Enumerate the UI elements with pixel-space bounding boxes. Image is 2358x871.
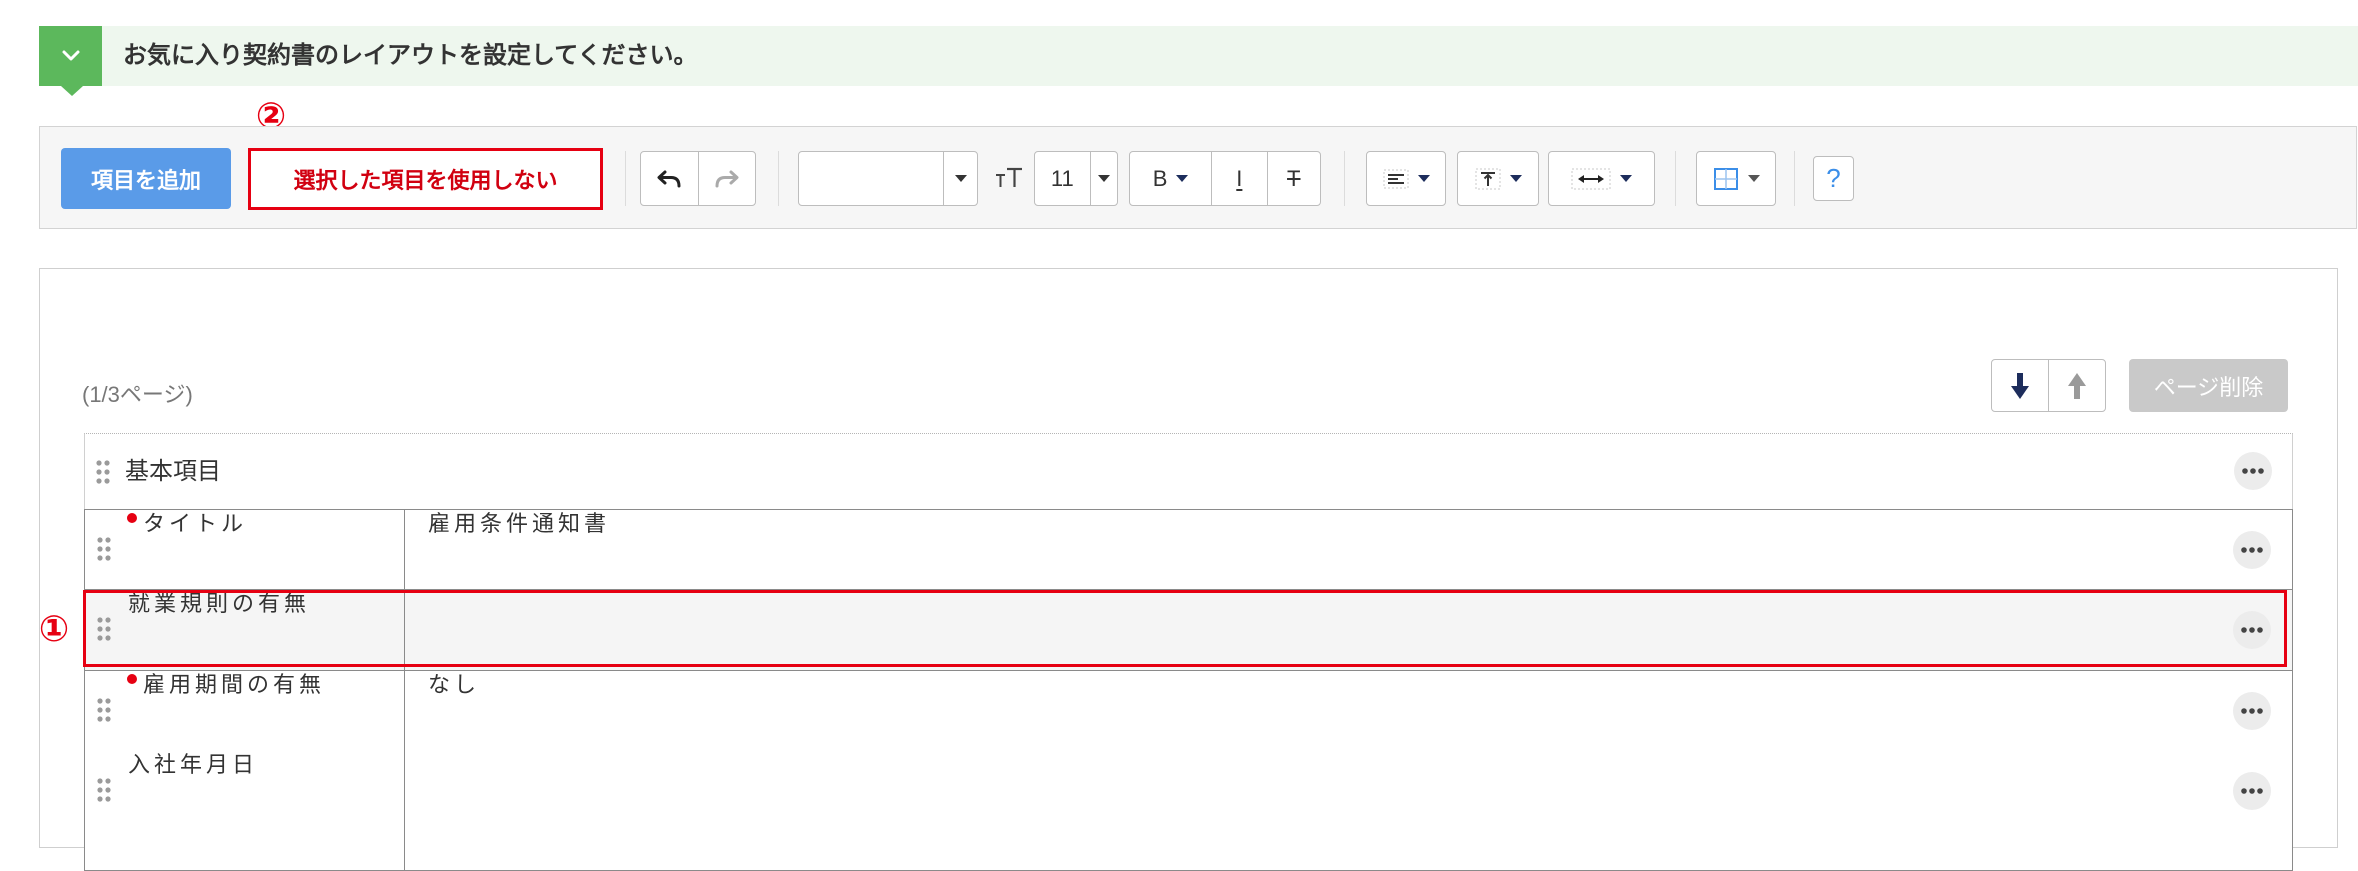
font-size-select[interactable]: 11 (1034, 151, 1118, 206)
align-left-icon (1383, 169, 1408, 188)
font-family-value (799, 152, 943, 205)
arrow-down-icon (2011, 372, 2029, 399)
vertical-align-top-icon (1475, 168, 1500, 189)
banner-pointer (61, 86, 83, 96)
field-label: タイトル (143, 512, 248, 537)
strikethrough-button[interactable]: T (1266, 152, 1320, 205)
font-size-icon (996, 167, 1022, 187)
banner-text: お気に入り契約書のレイアウトを設定してください。 (123, 42, 698, 69)
ellipsis-icon (2241, 708, 2263, 714)
border-grid-icon (1713, 167, 1738, 190)
row-more-button[interactable] (2233, 531, 2271, 569)
text-style-group: B I T (1129, 151, 1321, 206)
section-title: 基本項目 (125, 458, 221, 485)
instruction-banner: お気に入り契約書のレイアウトを設定してください。 (39, 26, 2358, 86)
strikethrough-label: T (1287, 165, 1301, 191)
field-label: 雇用期間の有無 (143, 673, 326, 698)
field-label-cell[interactable]: タイトル (85, 510, 405, 589)
table-row[interactable]: タイトル 雇用条件通知書 (84, 509, 2293, 590)
ellipsis-icon (2242, 468, 2264, 474)
redo-icon (715, 170, 739, 187)
arrow-up-icon (2068, 372, 2086, 399)
drag-handle-icon[interactable] (96, 697, 112, 723)
dropdown-caret-icon (1747, 175, 1760, 182)
table-row[interactable]: 入社年月日 (84, 751, 2293, 871)
layout-editor-panel: (1/3ページ) ページ削除 基本項目 タイトル 雇用条件通知書 就業規則の有無… (39, 268, 2338, 871)
border-style-select[interactable] (1696, 151, 1776, 206)
font-family-dropdown[interactable] (943, 152, 977, 205)
font-family-select[interactable] (798, 151, 978, 206)
redo-button[interactable] (697, 152, 755, 205)
row-more-button[interactable] (2233, 772, 2271, 810)
bold-button[interactable]: B (1130, 152, 1211, 205)
dropdown-caret-icon (1176, 175, 1189, 182)
move-page-down-button[interactable] (1991, 359, 2049, 412)
help-button[interactable]: ? (1813, 156, 1854, 201)
field-label: 入社年月日 (128, 753, 259, 778)
page-indicator: (1/3ページ) (82, 382, 193, 407)
required-indicator (127, 513, 137, 523)
history-group (640, 151, 756, 206)
bold-label: B (1152, 165, 1168, 191)
toolbar-divider (1794, 151, 1795, 206)
drag-handle-icon[interactable] (96, 536, 112, 562)
vertical-align-select[interactable] (1457, 151, 1539, 206)
dropdown-caret-icon (954, 175, 967, 182)
dropdown-caret-icon (1620, 175, 1632, 182)
font-size-value: 11 (1035, 152, 1090, 205)
dropdown-caret-icon (1509, 175, 1522, 182)
selected-row-highlight (83, 590, 2287, 667)
toolbar-divider (778, 151, 779, 206)
font-size-text: 11 (1050, 165, 1074, 191)
ellipsis-icon (2241, 788, 2263, 794)
required-indicator (127, 674, 137, 684)
column-width-select[interactable] (1548, 151, 1655, 206)
italic-button[interactable]: I (1211, 152, 1266, 205)
banner-toggle-button[interactable] (39, 26, 102, 86)
disable-selected-item-button[interactable]: 選択した項目を使用しない (248, 148, 603, 210)
toolbar-divider (1675, 151, 1676, 206)
dropdown-caret-icon (1097, 175, 1110, 182)
field-value: なし (428, 673, 481, 698)
table-row[interactable]: 雇用期間の有無 なし (84, 671, 2293, 752)
drag-handle-icon[interactable] (95, 459, 111, 485)
field-label-cell[interactable]: 雇用期間の有無 (85, 671, 405, 751)
field-value: 雇用条件通知書 (428, 512, 611, 537)
annotation-marker-1: ① (38, 609, 70, 650)
move-page-up-button[interactable] (2048, 359, 2106, 412)
delete-page-button[interactable]: ページ削除 (2129, 359, 2288, 412)
add-item-button[interactable]: 項目を追加 (61, 148, 231, 209)
field-label-cell[interactable]: 入社年月日 (85, 751, 405, 870)
drag-handle-icon[interactable] (96, 777, 112, 803)
section-header[interactable]: 基本項目 (84, 433, 2293, 510)
italic-label: I (1236, 165, 1243, 191)
section-more-button[interactable] (2234, 452, 2272, 490)
chevron-down-icon (62, 50, 79, 61)
text-align-select[interactable] (1366, 151, 1446, 206)
toolbar-divider (625, 151, 626, 206)
undo-button[interactable] (641, 152, 698, 205)
ellipsis-icon (2241, 547, 2263, 553)
toolbar-divider (1344, 151, 1345, 206)
undo-icon (657, 170, 681, 187)
width-arrows-icon (1571, 168, 1611, 189)
row-more-button[interactable] (2233, 692, 2271, 730)
toolbar: 項目を追加 選択した項目を使用しない 11 B I T ? (39, 126, 2357, 229)
dropdown-caret-icon (1417, 175, 1430, 182)
font-size-dropdown[interactable] (1089, 152, 1117, 205)
